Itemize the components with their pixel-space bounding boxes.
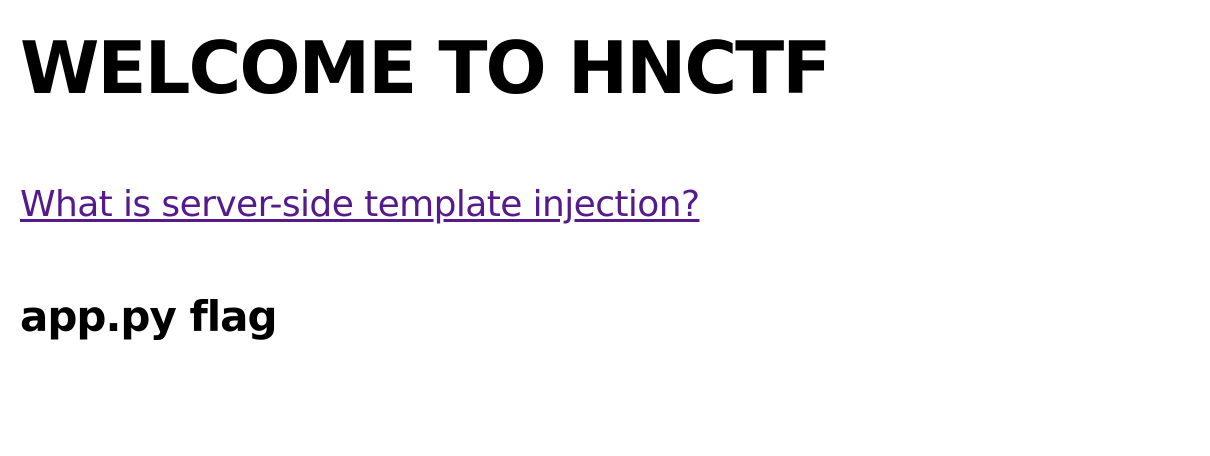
page-title: WELCOME TO HNCTF	[20, 26, 831, 110]
ssti-info-link[interactable]: What is server-side template injection?	[20, 180, 700, 230]
files-heading: app.py flag	[20, 292, 278, 341]
